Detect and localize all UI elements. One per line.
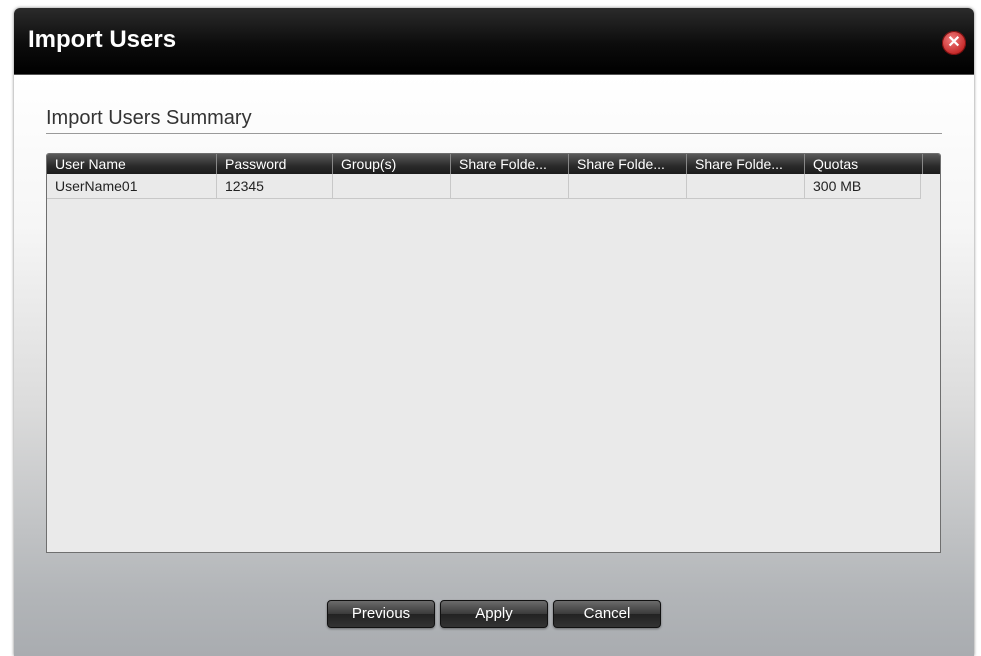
column-header-groups[interactable]: Group(s) xyxy=(333,154,451,174)
table-header: User Name Password Group(s) Share Folde.… xyxy=(47,154,940,174)
cell-user-name: UserName01 xyxy=(47,174,217,198)
column-header-share-folder-2[interactable]: Share Folde... xyxy=(569,154,687,174)
close-icon[interactable]: ✕ xyxy=(942,31,966,55)
cell-share-folder-1 xyxy=(451,174,569,198)
apply-button[interactable]: Apply xyxy=(440,600,548,628)
import-users-dialog: Import Users ✕ Import Users Summary User… xyxy=(14,8,974,656)
column-header-share-folder-3[interactable]: Share Folde... xyxy=(687,154,805,174)
table-row[interactable]: UserName01 12345 300 MB xyxy=(47,174,921,199)
dialog-body: Import Users Summary User Name Password … xyxy=(14,75,974,656)
column-header-share-folder-1[interactable]: Share Folde... xyxy=(451,154,569,174)
cell-groups xyxy=(333,174,451,198)
section-divider xyxy=(46,133,942,134)
column-header-quotas[interactable]: Quotas xyxy=(805,154,923,174)
previous-button[interactable]: Previous xyxy=(327,600,435,628)
cancel-button[interactable]: Cancel xyxy=(553,600,661,628)
users-table: User Name Password Group(s) Share Folde.… xyxy=(46,153,941,553)
dialog-title: Import Users xyxy=(28,26,177,53)
cell-share-folder-2 xyxy=(569,174,687,198)
column-header-user-name[interactable]: User Name xyxy=(47,154,217,174)
dialog-titlebar: Import Users ✕ xyxy=(14,8,974,75)
section-title: Import Users Summary xyxy=(46,107,252,129)
cell-quotas: 300 MB xyxy=(805,174,921,198)
cell-password: 12345 xyxy=(217,174,333,198)
cell-share-folder-3 xyxy=(687,174,805,198)
column-header-password[interactable]: Password xyxy=(217,154,333,174)
